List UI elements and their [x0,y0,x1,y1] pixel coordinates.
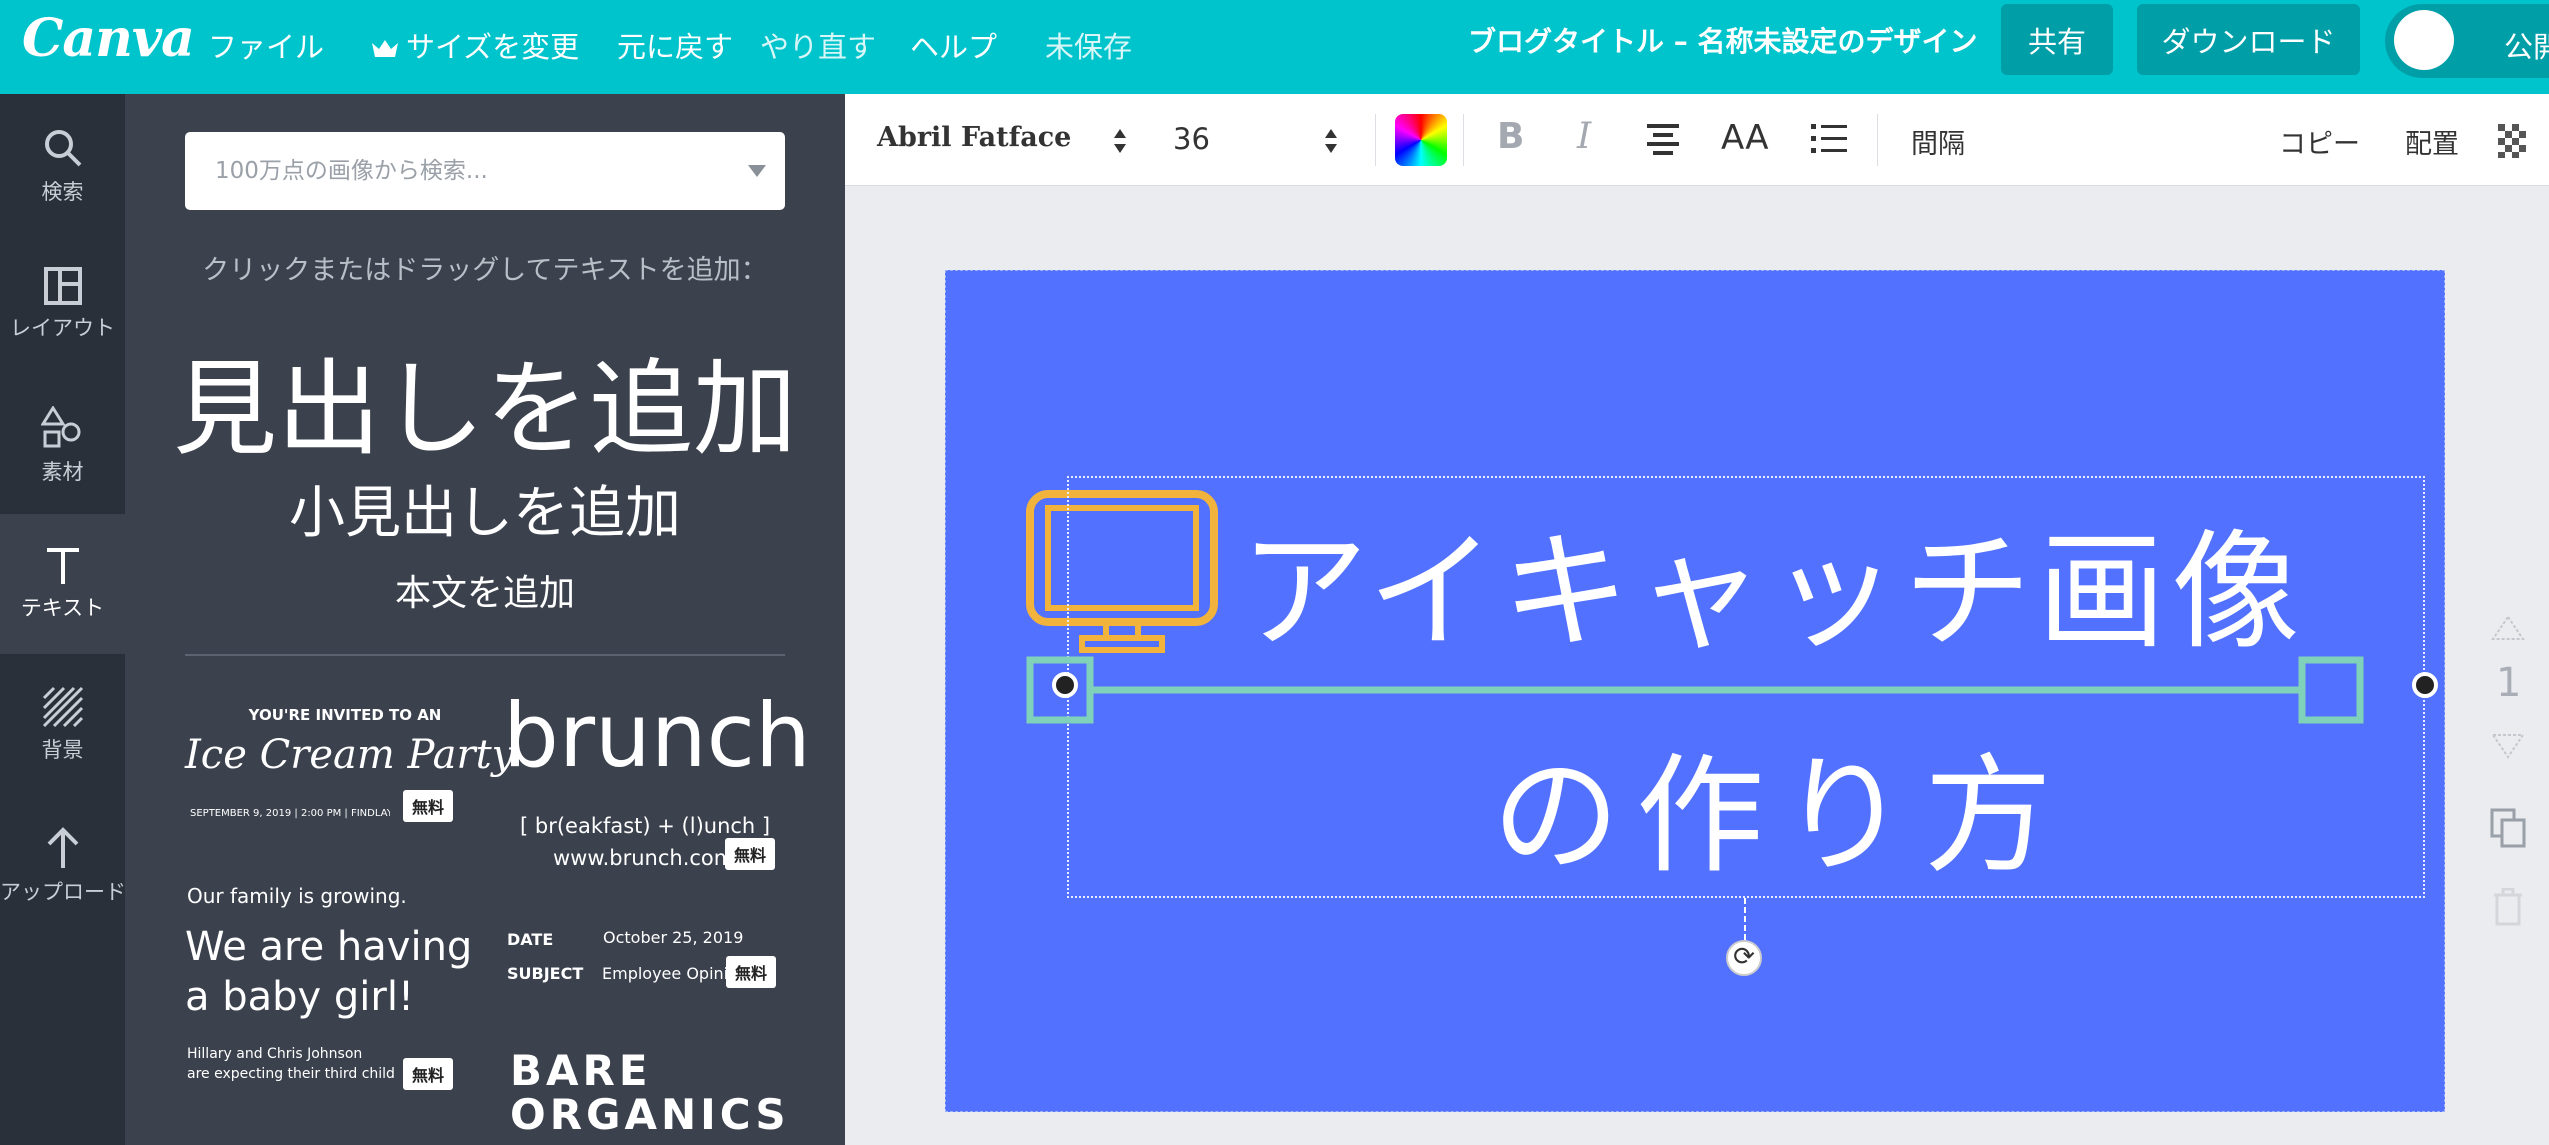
spacing-button[interactable]: 間隔 [1911,122,1965,161]
publish-label[interactable]: 公開 [2504,24,2549,66]
template-text: Ice Cream Party [185,732,515,778]
free-badge: 無料 [403,1058,454,1090]
text-panel: クリックまたはドラッグしてテキストを追加： 見出しを追加 小見出しを追加 本文を… [125,94,845,1145]
free-badge: 無料 [726,956,777,988]
rail-item-text[interactable]: テキスト [0,514,125,654]
arrange-button[interactable]: 配置 [2405,122,2459,161]
toolbar-divider [1877,114,1878,166]
rail-item-elements[interactable]: 素材 [0,374,125,514]
template-text: October 25, 2019 [603,928,744,947]
top-bar: Canva ファイル サイズを変更 元に戻す やり直す ヘルプ 未保存 ブログタ… [0,0,2549,94]
headline-line-2[interactable]: の作り方 [1492,712,2068,897]
side-rail: 検索 レイアウト 素材 テキスト 背景 アップロード [0,94,126,1145]
font-family-select[interactable]: Abril Fatface [877,122,1071,153]
template-text: Hillary and Chris Johnson [187,1046,363,1062]
template-text: [ br(eakfast) + (l)unch ] [520,814,771,838]
canva-logo[interactable]: Canva [22,8,195,69]
divider-line-graphic[interactable] [1026,656,1364,726]
template-text: BARE [510,1046,652,1095]
template-text: www.brunch.com [553,846,735,870]
font-size-stepper-icon[interactable] [1324,128,1338,154]
template-text: We are having [185,924,473,970]
template-text: DATE [507,930,554,949]
template-text: brunch [503,684,811,787]
chevron-down-icon[interactable] [747,164,767,178]
resize-menu[interactable]: サイズを変更 [370,24,579,66]
image-search-input[interactable] [185,132,725,210]
document-title[interactable]: ブログタイトル – 名称未設定のデザイン [1468,20,1978,60]
rail-label-elements: 素材 [41,460,84,484]
toolbar-divider [1463,114,1464,166]
search-icon [44,130,81,167]
crown-icon [372,40,398,57]
rail-label-upload: アップロード [0,880,126,904]
rail-label-layout: レイアウト [10,316,115,340]
font-size-select[interactable]: 36 [1173,122,1210,156]
template-text: YOU'RE INVITED TO AN [248,706,442,724]
rotate-stem [1744,898,1746,940]
rail-label-text: テキスト [20,596,105,620]
text-icon [46,548,79,584]
text-color-swatch[interactable] [1395,114,1447,166]
rail-label-search: 検索 [41,180,84,204]
file-menu[interactable]: ファイル [208,24,324,66]
rail-item-search[interactable]: 検索 [0,94,125,234]
headline-line-1[interactable]: アイキャッチ画像 [1240,488,2306,673]
template-text: are expecting their third child [187,1066,395,1082]
template-text: a baby girl! [185,974,415,1020]
bold-button[interactable]: B [1497,116,1524,157]
layout-icon [43,267,82,305]
divider-line-graphic-end[interactable] [1360,656,2364,726]
rail-item-upload[interactable]: アップロード [0,794,126,934]
resize-label: サイズを変更 [406,30,580,64]
page-down-icon[interactable] [2490,732,2526,760]
background-pattern-icon [42,686,83,728]
template-text: SEPTEMBER 9, 2019 | 2:00 PM | FINDLAY R [190,808,390,819]
rail-item-background[interactable]: 背景 [0,654,125,794]
text-toolbar: Abril Fatface 36 B I AA 間隔 コピー 配置 [845,94,2549,186]
panel-divider [185,654,785,656]
resize-handle-left[interactable] [1052,672,1078,698]
transparency-icon[interactable] [2498,124,2532,158]
download-button[interactable]: ダウンロード [2137,4,2360,75]
template-text: ORGANICS [510,1090,790,1139]
page-up-icon[interactable] [2490,614,2526,642]
upload-arrow-icon [47,827,78,868]
add-heading-button[interactable]: 見出しを追加 [125,324,845,475]
template-text: SUBJECT [507,964,584,983]
rail-item-layout[interactable]: レイアウト [0,234,125,374]
rail-label-background: 背景 [41,738,84,762]
page-number: 1 [2496,660,2522,706]
list-icon[interactable] [1811,122,1847,156]
rotate-icon[interactable]: ⟳ [1726,940,1762,976]
unsaved-status: 未保存 [1045,30,1133,64]
share-button[interactable]: 共有 [2001,4,2113,75]
delete-page-icon[interactable] [2492,888,2524,926]
add-subheading-button[interactable]: 小見出しを追加 [125,468,845,549]
redo-button[interactable]: やり直す [760,24,876,66]
copy-button[interactable]: コピー [2279,122,2360,161]
help-menu[interactable]: ヘルプ [910,24,997,66]
toolbar-divider [1375,114,1376,166]
resize-handle-right[interactable] [2412,672,2438,698]
template-text: Employee Opinio [602,964,738,983]
add-text-hint: クリックまたはドラッグしてテキストを追加： [202,255,768,286]
shapes-icon [40,406,80,448]
publish-toggle-knob[interactable] [2394,10,2454,70]
letter-case-button[interactable]: AA [1721,118,1768,158]
free-badge: 無料 [725,838,776,870]
free-badge: 無料 [403,790,454,822]
italic-button[interactable]: I [1577,116,1591,157]
template-text: Our family is growing. [187,884,407,908]
duplicate-page-icon[interactable] [2488,806,2528,848]
undo-button[interactable]: 元に戻す [617,24,733,66]
font-select-stepper-icon[interactable] [1113,128,1127,154]
image-search-box [185,132,785,210]
align-center-icon[interactable] [1645,122,1681,156]
add-body-text-button[interactable]: 本文を追加 [125,564,845,616]
